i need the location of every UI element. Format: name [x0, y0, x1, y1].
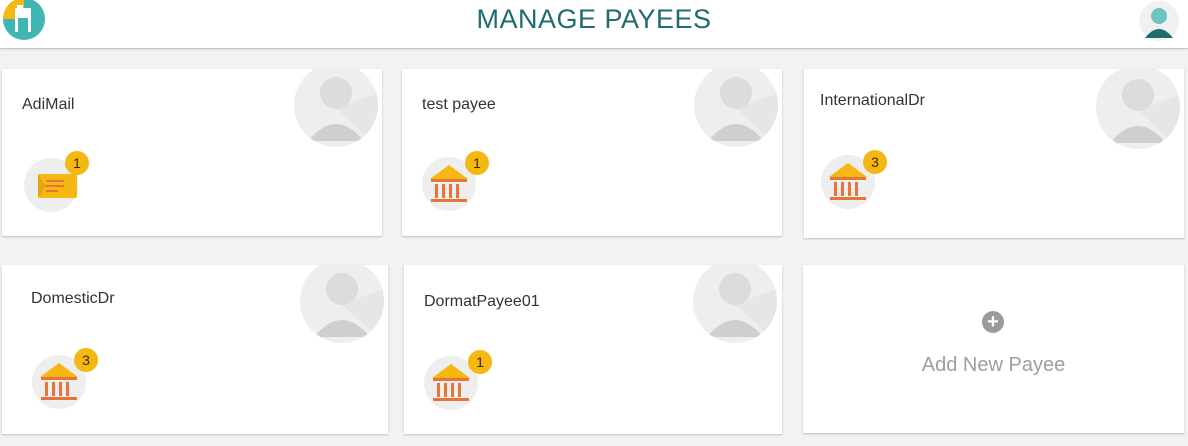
- add-new-payee-label[interactable]: Add New Payee: [803, 354, 1184, 377]
- app-header: MANAGE PAYEES: [0, 0, 1188, 49]
- payee-name: InternationalDr: [820, 92, 925, 109]
- payee-card[interactable]: DormatPayee01 1: [404, 265, 782, 434]
- payee-avatar-icon: [294, 69, 378, 147]
- plus-circle-icon[interactable]: +: [982, 311, 1004, 333]
- count-badge: 1: [65, 151, 89, 175]
- payee-avatar-icon: [693, 265, 777, 343]
- payee-name: DormatPayee01: [424, 293, 540, 310]
- payee-card[interactable]: InternationalDr 3: [804, 69, 1184, 238]
- page-title: MANAGE PAYEES: [476, 4, 712, 34]
- payee-avatar-icon: [300, 265, 384, 343]
- count-badge: 1: [465, 151, 489, 175]
- payee-avatar-icon: [1096, 69, 1180, 149]
- count-badge: 3: [74, 348, 98, 372]
- payee-card[interactable]: AdiMail 1: [2, 69, 382, 236]
- user-avatar-icon[interactable]: [1138, 0, 1180, 42]
- payee-avatar-icon: [694, 69, 778, 147]
- payee-card[interactable]: DomesticDr 3: [2, 265, 388, 434]
- payee-name: AdiMail: [22, 96, 75, 113]
- payee-name: test payee: [422, 96, 496, 113]
- payee-card[interactable]: test payee 1: [402, 69, 782, 236]
- add-new-payee-button[interactable]: + Add New Payee: [803, 265, 1184, 433]
- count-badge: 1: [468, 350, 492, 374]
- count-badge: 3: [863, 150, 887, 174]
- payee-name: DomesticDr: [31, 290, 115, 307]
